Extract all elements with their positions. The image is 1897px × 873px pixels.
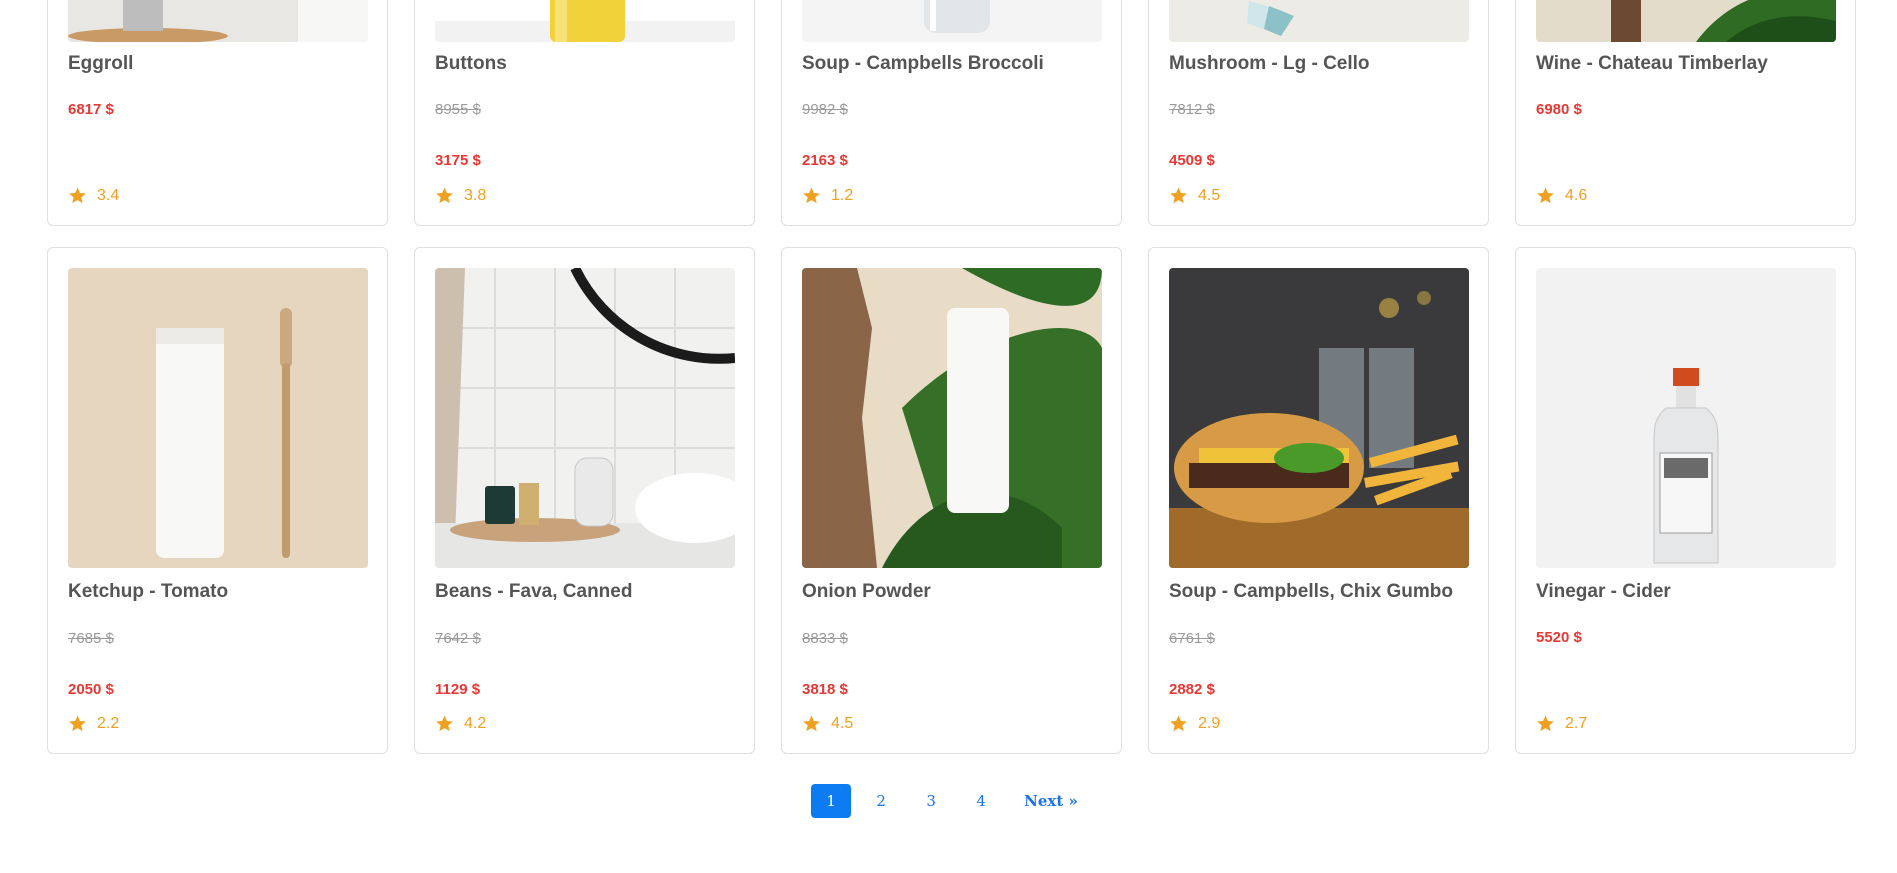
product-name[interactable]: Soup - Campbells Broccoli: [802, 53, 1044, 75]
page-link-3[interactable]: 3: [911, 784, 951, 818]
product-image[interactable]: [68, 268, 368, 568]
product-name[interactable]: Vinegar - Cider: [1536, 581, 1671, 603]
product-price: 1129 $: [435, 681, 481, 698]
next-page-link[interactable]: Next »: [1016, 784, 1086, 818]
rating-value: 3.8: [464, 186, 487, 204]
star-icon: [1537, 187, 1554, 204]
product-price: 2882 $: [1169, 681, 1215, 698]
product-old-price: 9982 $: [802, 101, 848, 118]
star-icon: [69, 715, 86, 732]
rating-value: 2.2: [97, 714, 120, 732]
product-card[interactable]: Soup - Campbells Broccoli 9982 $ 2163 $ …: [781, 0, 1122, 226]
product-price: 2163 $: [802, 152, 848, 169]
product-rating: 4.5: [1169, 186, 1220, 205]
product-price: 3175 $: [435, 152, 481, 169]
product-image[interactable]: [435, 0, 735, 42]
star-icon: [803, 715, 820, 732]
product-rating: 4.2: [435, 714, 486, 733]
product-card[interactable]: Beans - Fava, Canned 7642 $ 1129 $ 4.2: [414, 247, 755, 754]
product-price: 3818 $: [802, 681, 848, 698]
product-price: 4509 $: [1169, 152, 1215, 169]
star-icon: [803, 187, 820, 204]
product-price: 5520 $: [1536, 629, 1582, 646]
page-link-2[interactable]: 2: [861, 784, 901, 818]
product-price: 6980 $: [1536, 101, 1582, 118]
product-old-price: 7685 $: [68, 630, 114, 647]
product-image[interactable]: [1536, 0, 1836, 42]
product-image[interactable]: [1536, 268, 1836, 568]
rating-value: 2.7: [1565, 714, 1588, 732]
product-rating: 4.6: [1536, 186, 1587, 205]
product-image[interactable]: [435, 268, 735, 568]
product-old-price: 7812 $: [1169, 101, 1215, 118]
page-link-1[interactable]: 1: [811, 784, 852, 818]
star-icon: [436, 715, 453, 732]
rating-value: 4.6: [1565, 186, 1588, 204]
product-name[interactable]: Mushroom - Lg - Cello: [1169, 53, 1370, 75]
page-link-4[interactable]: 4: [961, 784, 1001, 818]
product-image[interactable]: [802, 0, 1102, 42]
product-name[interactable]: Soup - Campbells, Chix Gumbo: [1169, 581, 1453, 603]
product-rating: 4.5: [802, 714, 853, 733]
product-old-price: 7642 $: [435, 630, 481, 647]
product-image[interactable]: [68, 0, 368, 42]
product-image[interactable]: [802, 268, 1102, 568]
product-image[interactable]: [1169, 268, 1469, 568]
product-name[interactable]: Buttons: [435, 53, 507, 75]
product-rating: 3.4: [68, 186, 119, 205]
product-card[interactable]: Eggroll 6817 $ 3.4: [47, 0, 388, 226]
product-name[interactable]: Wine - Chateau Timberlay: [1536, 53, 1768, 75]
product-card[interactable]: Soup - Campbells, Chix Gumbo 6761 $ 2882…: [1148, 247, 1489, 754]
product-name[interactable]: Onion Powder: [802, 581, 931, 603]
rating-value: 1.2: [831, 186, 854, 204]
rating-value: 4.5: [831, 714, 854, 732]
pagination: 1 2 3 4 Next »: [0, 784, 1897, 818]
product-rating: 2.9: [1169, 714, 1220, 733]
product-rating: 2.2: [68, 714, 119, 733]
rating-value: 2.9: [1198, 714, 1221, 732]
star-icon: [1537, 715, 1554, 732]
product-card[interactable]: Onion Powder 8833 $ 3818 $ 4.5: [781, 247, 1122, 754]
product-price: 2050 $: [68, 681, 114, 698]
star-icon: [436, 187, 453, 204]
product-card[interactable]: Vinegar - Cider 5520 $ 2.7: [1515, 247, 1856, 754]
product-rating: 1.2: [802, 186, 853, 205]
product-image[interactable]: [1169, 0, 1469, 42]
rating-value: 3.4: [97, 186, 120, 204]
product-rating: 2.7: [1536, 714, 1587, 733]
product-old-price: 8833 $: [802, 630, 848, 647]
star-icon: [1170, 187, 1187, 204]
product-card[interactable]: Mushroom - Lg - Cello 7812 $ 4509 $ 4.5: [1148, 0, 1489, 226]
product-card[interactable]: Ketchup - Tomato 7685 $ 2050 $ 2.2: [47, 247, 388, 754]
product-card[interactable]: Wine - Chateau Timberlay 6980 $ 4.6: [1515, 0, 1856, 226]
star-icon: [1170, 715, 1187, 732]
rating-value: 4.2: [464, 714, 487, 732]
product-price: 6817 $: [68, 101, 114, 118]
product-old-price: 8955 $: [435, 101, 481, 118]
rating-value: 4.5: [1198, 186, 1221, 204]
star-icon: [69, 187, 86, 204]
product-old-price: 6761 $: [1169, 630, 1215, 647]
product-card[interactable]: Buttons 8955 $ 3175 $ 3.8: [414, 0, 755, 226]
product-rating: 3.8: [435, 186, 486, 205]
product-name[interactable]: Eggroll: [68, 53, 133, 75]
product-name[interactable]: Beans - Fava, Canned: [435, 581, 632, 603]
product-name[interactable]: Ketchup - Tomato: [68, 581, 228, 603]
